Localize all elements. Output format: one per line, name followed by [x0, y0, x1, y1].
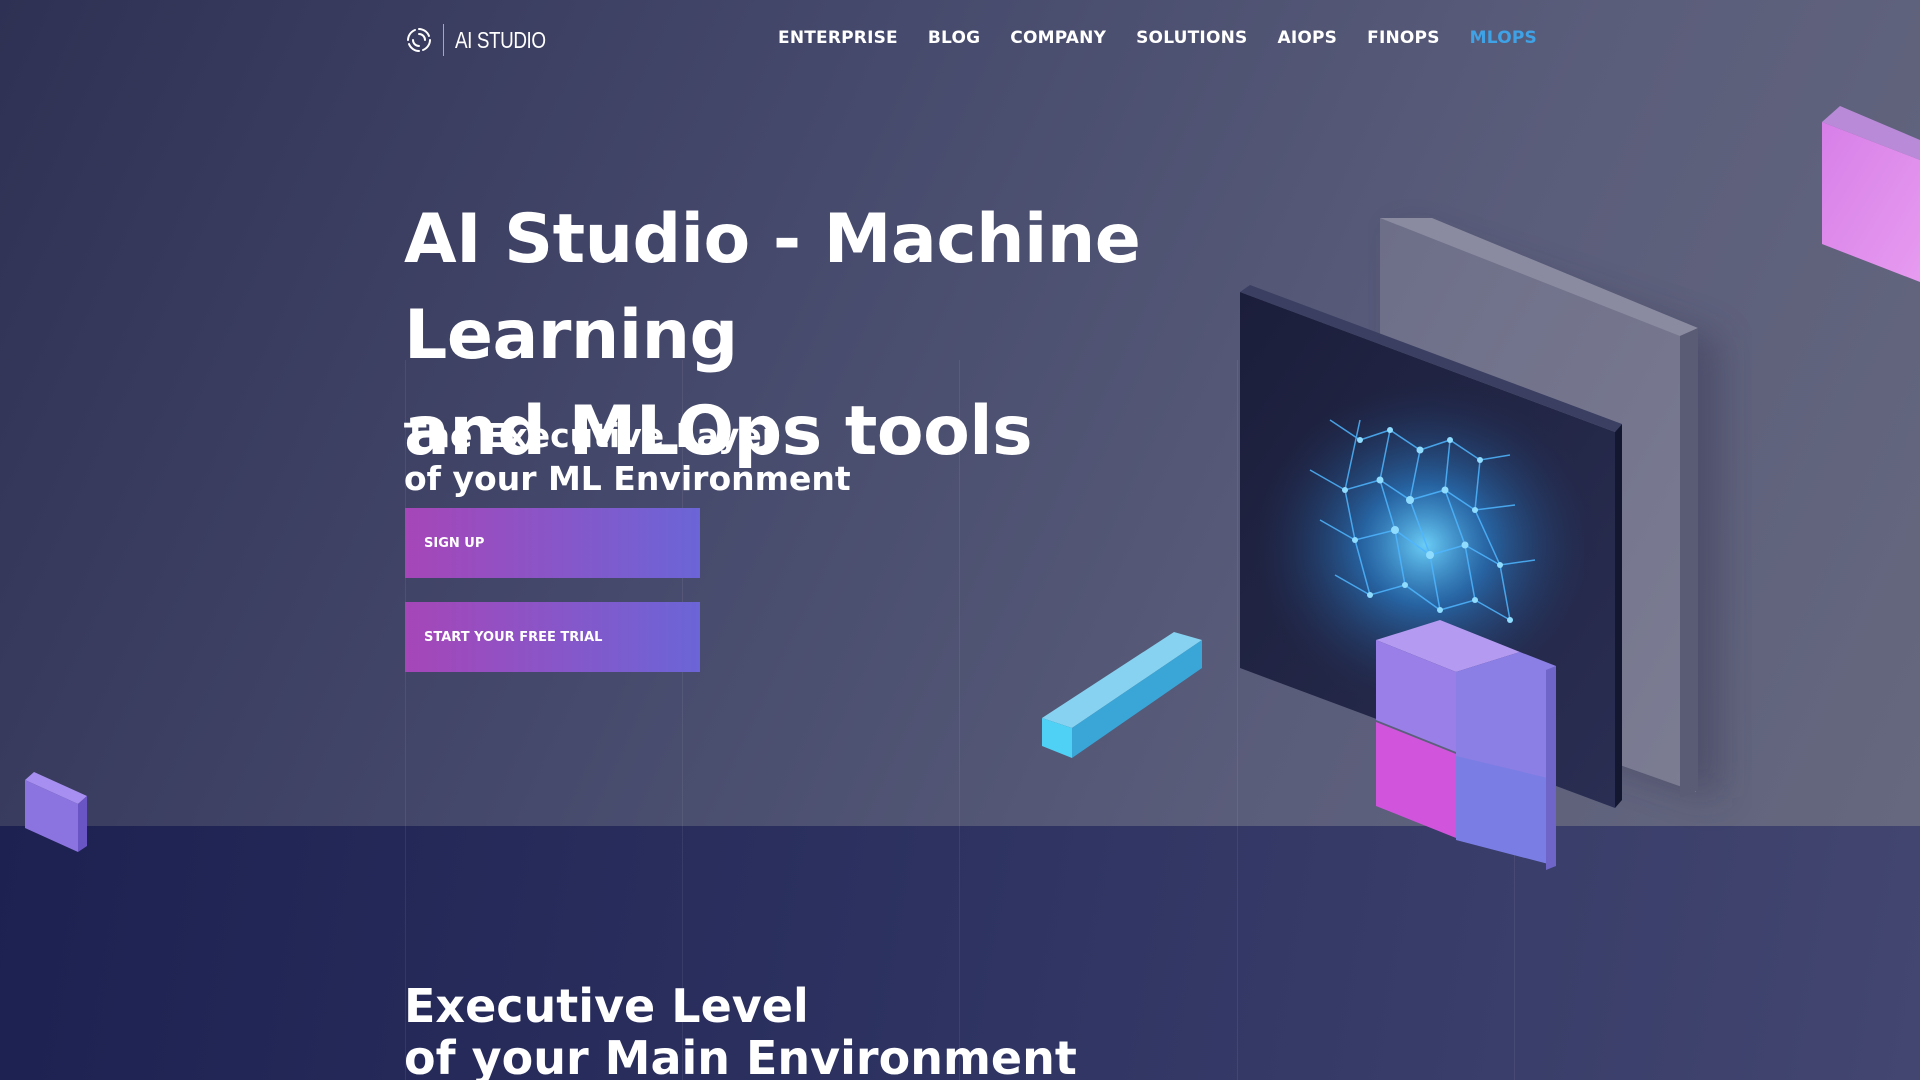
free-trial-button[interactable]: START YOUR FREE TRIAL — [405, 602, 700, 672]
grid-line — [1514, 360, 1515, 1080]
hero-subtitle: The Executive Layer of your ML Environme… — [404, 414, 851, 500]
swirl-logo-icon — [407, 28, 431, 52]
hero-title-line1: AI Studio - Machine Learning — [404, 200, 1141, 375]
nav-item-mlops[interactable]: MLOPS — [1470, 28, 1537, 48]
hero-subtitle-line2: of your ML Environment — [404, 459, 851, 498]
nav-item-solutions[interactable]: SOLUTIONS — [1136, 28, 1247, 48]
nav-item-enterprise[interactable]: ENTERPRISE — [778, 28, 898, 48]
hero-subtitle-line1: The Executive Layer — [404, 416, 779, 455]
nav-item-finops[interactable]: FINOPS — [1367, 28, 1440, 48]
section-title: Executive Level of your Main Environment — [404, 980, 1077, 1080]
section-title-line1: Executive Level — [404, 979, 809, 1033]
nav-item-company[interactable]: COMPANY — [1010, 28, 1106, 48]
main-nav: ENTERPRISE BLOG COMPANY SOLUTIONS AIOPS … — [778, 28, 1537, 48]
logo-divider — [443, 24, 444, 56]
brand-name: AI STUDIO — [455, 26, 546, 53]
nav-item-blog[interactable]: BLOG — [928, 28, 980, 48]
nav-item-aiops[interactable]: AIOPS — [1277, 28, 1337, 48]
section-title-line2: of your Main Environment — [404, 1031, 1077, 1080]
sign-up-button[interactable]: SIGN UP — [405, 508, 700, 578]
brand-logo[interactable]: AI STUDIO — [404, 24, 566, 56]
